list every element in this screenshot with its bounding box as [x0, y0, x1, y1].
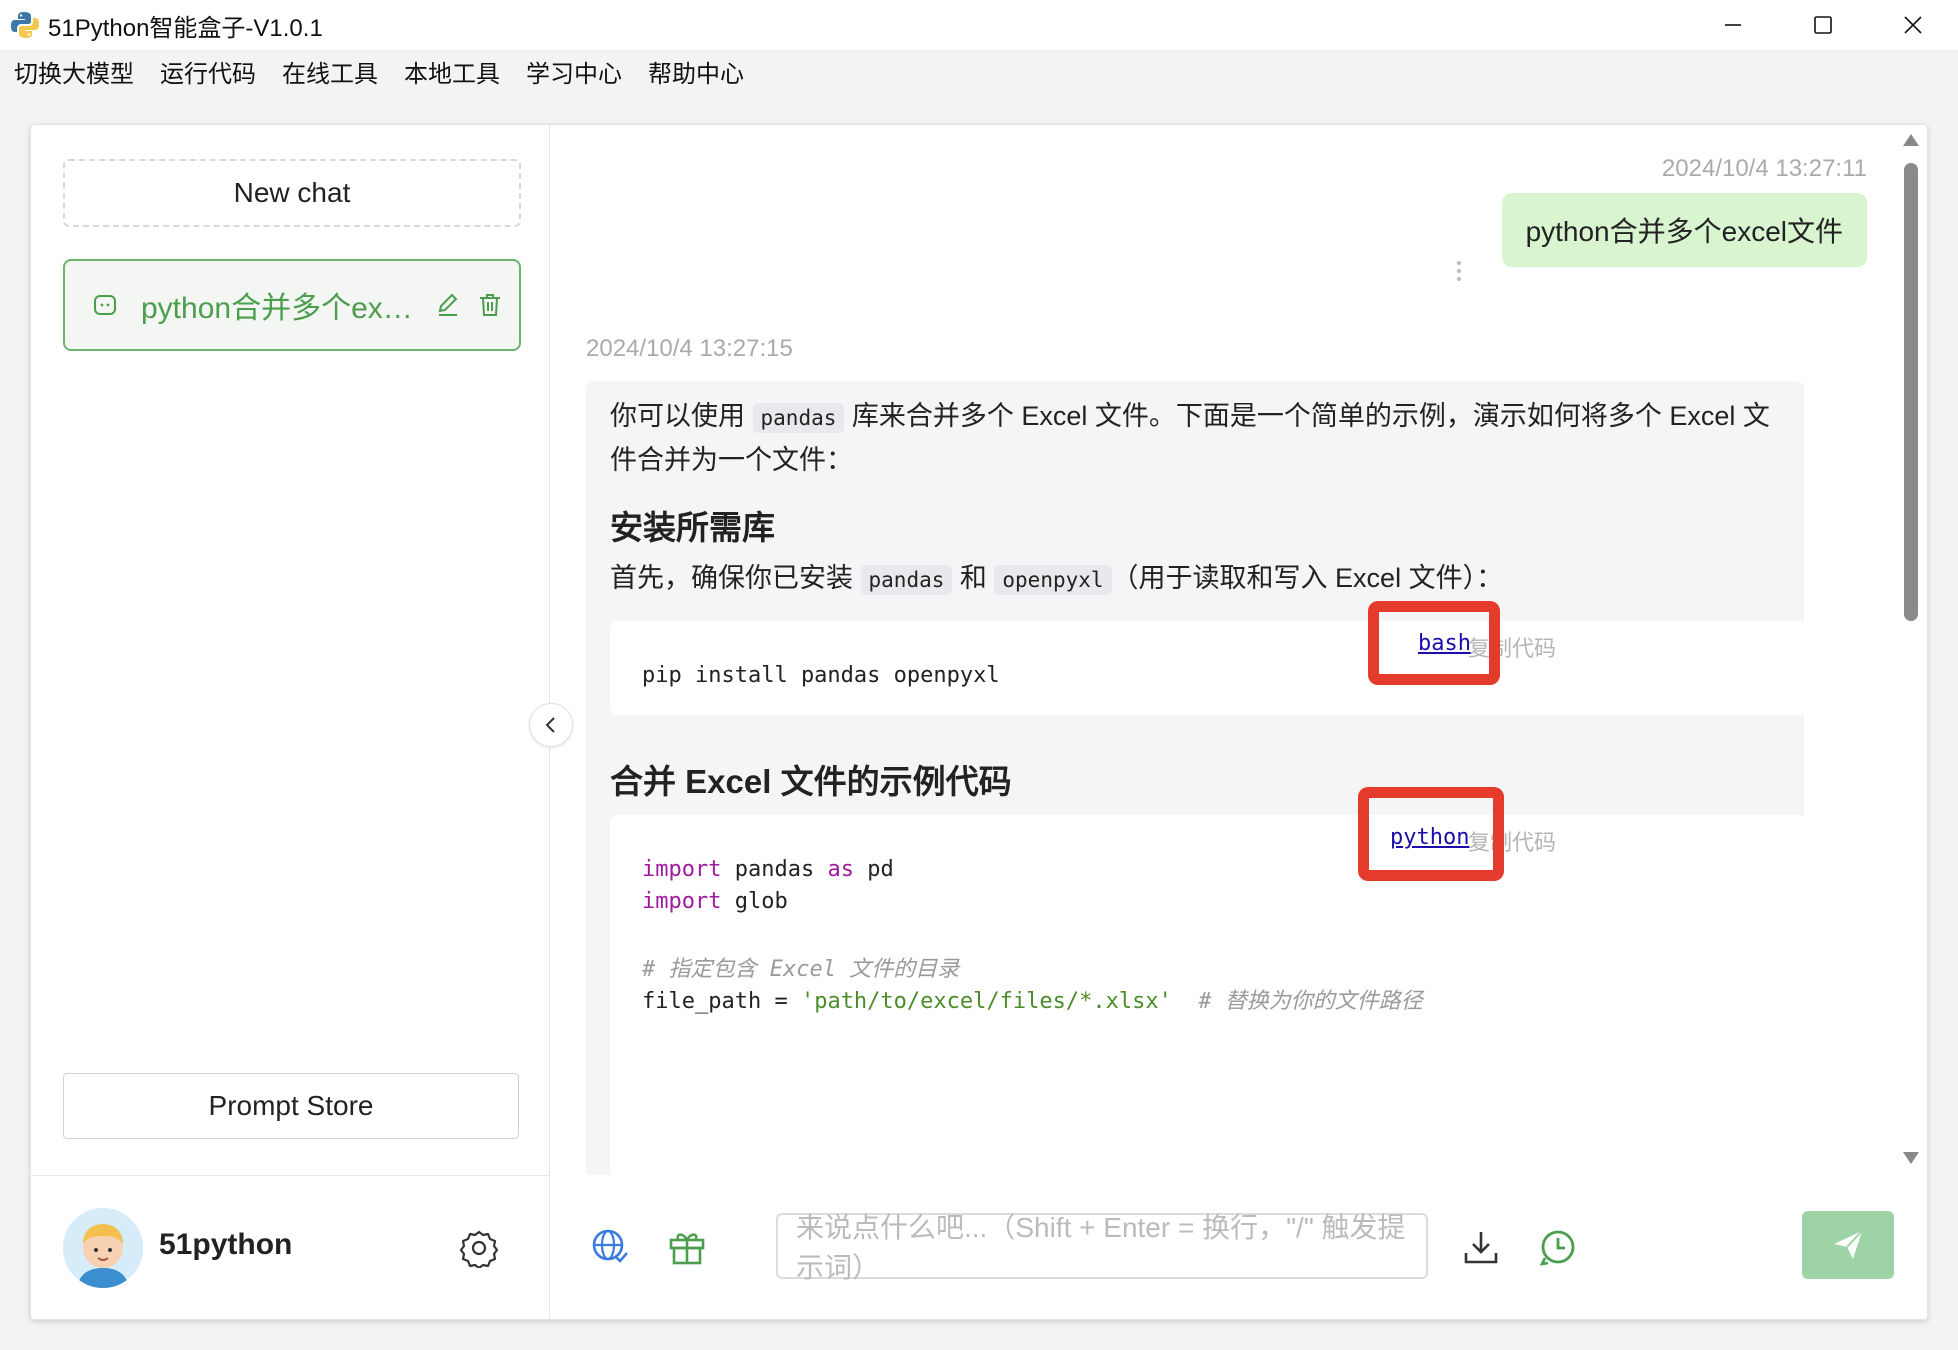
highlight-box: [1358, 787, 1504, 881]
inline-code: pandas: [860, 565, 953, 595]
avatar-image: [63, 1208, 143, 1288]
menu-run-code[interactable]: 运行代码: [146, 54, 268, 89]
new-chat-button[interactable]: New chat: [63, 159, 521, 227]
scrollbar[interactable]: [1896, 125, 1927, 1175]
intro-text: 你可以使用: [610, 401, 753, 431]
code-comment: # 指定包含 Excel 文件的目录: [642, 957, 960, 982]
close-button[interactable]: [1868, 0, 1958, 50]
menu-bar: 切换大模型 运行代码 在线工具 本地工具 学习中心 帮助中心: [0, 50, 1958, 92]
chat-history-item-label: python合并多个excel文件: [141, 292, 423, 325]
history-icon[interactable]: [1538, 1227, 1578, 1267]
code-block-bash: bash 复制代码 pip install pandas openpyxl: [610, 601, 1806, 715]
user-message-timestamp: 2024/10/4 13:27:11: [1661, 155, 1867, 182]
intro-paragraph: 你可以使用 pandas 库来合并多个 Excel 文件。下面是一个简单的示例，…: [610, 395, 1790, 481]
code-line: pip install pandas openpyxl: [642, 663, 1000, 688]
scroll-up-icon[interactable]: [1902, 133, 1920, 147]
maximize-icon: [1814, 16, 1832, 34]
code-line: file_path = 'path/to/excel/files/*.xlsx'…: [642, 989, 1423, 1014]
chat-messages: 2024/10/4 13:27:11 python合并多个excel文件 202…: [550, 125, 1927, 1175]
send-button[interactable]: [1802, 1211, 1894, 1279]
section-heading: 安装所需库: [610, 509, 775, 546]
code-line: import pandas as pd: [642, 857, 894, 882]
minimize-button[interactable]: [1688, 0, 1778, 50]
menu-online-tools[interactable]: 在线工具: [268, 54, 390, 89]
minimize-icon: [1725, 24, 1741, 26]
install-paragraph: 首先，确保你已安装 pandas 和 openpyxl （用于读取和写入 Exce…: [610, 557, 1790, 601]
menu-learning-center[interactable]: 学习中心: [512, 54, 634, 89]
code-line: import glob: [642, 889, 788, 914]
chat-history-item[interactable]: python合并多个excel文件: [63, 259, 521, 351]
install-text-3: （用于读取和写入 Excel 文件）：: [1111, 563, 1504, 593]
delete-chat-button[interactable]: [473, 288, 507, 322]
menu-help-center[interactable]: 帮助中心: [634, 54, 756, 89]
highlight-box: [1368, 601, 1500, 685]
assistant-message: 你可以使用 pandas 库来合并多个 Excel 文件。下面是一个简单的示例，…: [586, 381, 1806, 1175]
title-bar: 51Python智能盒子-V1.0.1: [0, 0, 1958, 50]
download-icon[interactable]: [1461, 1227, 1501, 1267]
python-logo-icon: [11, 12, 39, 38]
scrollbar-thumb[interactable]: [1904, 163, 1918, 621]
prompt-store-button[interactable]: Prompt Store: [63, 1073, 519, 1139]
close-icon: [1904, 16, 1922, 34]
intro-text-3: 件合并为一个文件：: [610, 445, 853, 475]
assistant-message-timestamp: 2024/10/4 13:27:15: [586, 335, 793, 362]
input-bar: 来说点什么吧...（Shift + Enter = 换行，"/" 触发提示词）: [550, 1175, 1927, 1319]
menu-local-tools[interactable]: 本地工具: [390, 54, 512, 89]
gift-icon[interactable]: [667, 1227, 707, 1267]
sidebar: New chat python合并多个excel文件: [31, 125, 550, 1175]
chat-bubble-icon: [94, 295, 116, 315]
code-block-python: python 复制代码 import pandas as pd import g…: [610, 787, 1806, 1175]
chat-input[interactable]: 来说点什么吧...（Shift + Enter = 换行，"/" 触发提示词）: [776, 1212, 1428, 1283]
more-dots-icon[interactable]: [1456, 259, 1462, 283]
maximize-button[interactable]: [1778, 0, 1868, 50]
inline-code: pandas: [752, 403, 845, 433]
scroll-down-icon[interactable]: [1902, 1151, 1920, 1165]
globe-icon[interactable]: [590, 1227, 630, 1267]
inline-code: openpyxl: [994, 565, 1112, 595]
chat-window: New chat python合并多个excel文件: [30, 124, 1928, 1320]
install-text: 首先，确保你已安装: [610, 563, 861, 593]
intro-text-2: 库来合并多个 Excel 文件。下面是一个简单的示例，演示如何将多个 Excel…: [844, 401, 1770, 431]
edit-chat-button[interactable]: [431, 288, 465, 322]
window-title: 51Python智能盒子-V1.0.1: [48, 14, 323, 42]
menu-switch-model[interactable]: 切换大模型: [0, 54, 146, 89]
section-heading: 合并 Excel 文件的示例代码: [610, 763, 1012, 800]
edit-icon: [438, 293, 458, 316]
trash-icon: [480, 294, 500, 316]
user-message-bubble: python合并多个excel文件: [1501, 193, 1867, 267]
send-icon: [1834, 1230, 1863, 1259]
install-text-2: 和: [952, 563, 995, 593]
username: 51python: [159, 1228, 293, 1261]
gear-icon[interactable]: [459, 1228, 499, 1268]
user-bar: 51python: [31, 1175, 550, 1320]
avatar[interactable]: [63, 1208, 143, 1288]
